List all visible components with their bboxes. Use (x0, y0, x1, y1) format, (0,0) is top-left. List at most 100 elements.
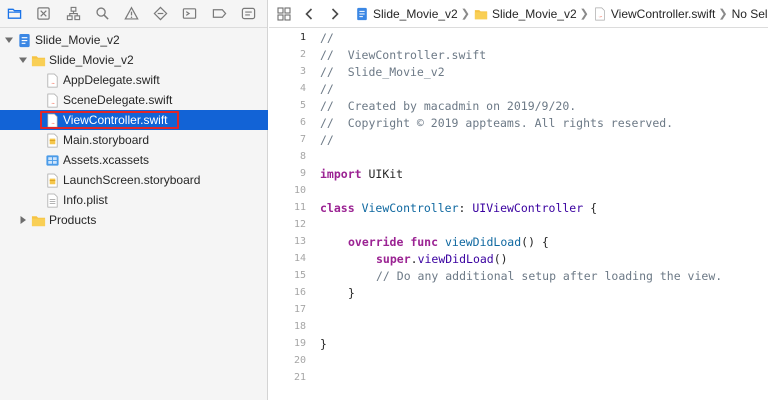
warning-icon[interactable] (121, 3, 142, 25)
tree-item-label: AppDelegate.swift (63, 73, 160, 87)
class-name-token: ViewController (361, 200, 459, 215)
line-number: 19 (293, 338, 306, 349)
tree-item-viewcontroller[interactable]: ViewController.swift (0, 110, 268, 130)
debug-icon[interactable] (179, 3, 200, 25)
line-number: 15 (293, 270, 306, 281)
keyword-token: class (320, 200, 355, 215)
code-line: 20 (269, 352, 768, 369)
swift-file-icon (45, 73, 60, 88)
search-icon[interactable] (92, 3, 113, 25)
disclosure-collapsed-icon[interactable] (18, 215, 28, 225)
code-line: 11 class ViewController: UIViewController… (269, 199, 768, 216)
tree-item-products[interactable]: Products (0, 210, 268, 230)
project-icon (17, 33, 32, 48)
chevron-right-icon: ❯ (579, 8, 589, 20)
tree-item-label: Slide_Movie_v2 (49, 53, 134, 67)
line-number: 10 (293, 185, 306, 196)
project-navigator: Slide_Movie_v2 Slide_Movie_v2 AppDelegat… (0, 0, 268, 400)
storyboard-icon (45, 173, 60, 188)
folder-icon (474, 7, 488, 21)
tree-item-scenedelegate[interactable]: SceneDelegate.swift (0, 90, 268, 110)
line-number: 1 (299, 32, 306, 43)
jumpbar-group[interactable]: Slide_Movie_v2 (474, 7, 577, 21)
code-text: class ViewController: UIViewController { (320, 201, 597, 215)
related-items-grid-icon[interactable] (277, 6, 291, 21)
jumpbar-file[interactable]: ViewController.swift (593, 7, 715, 21)
tree-item-label: Main.storyboard (63, 133, 150, 147)
tree-item-assets[interactable]: Assets.xcassets (0, 150, 268, 170)
forward-arrow-icon[interactable] (329, 7, 341, 21)
brace-token: { (590, 200, 598, 215)
code-line: 1 // (269, 29, 768, 46)
code-text: // Do any additional setup after loading… (376, 268, 723, 283)
keyword-token: func (410, 234, 439, 249)
code-text: // (320, 132, 334, 147)
storyboard-icon (45, 133, 60, 148)
keyword-token: super (376, 251, 411, 266)
tree-item-group[interactable]: Slide_Movie_v2 (0, 50, 268, 70)
tree-item-project[interactable]: Slide_Movie_v2 (0, 30, 268, 50)
report-icon[interactable] (238, 3, 259, 25)
line-number: 18 (293, 321, 306, 332)
tree-item-launchscreen[interactable]: LaunchScreen.storyboard (0, 170, 268, 190)
line-number: 17 (293, 304, 306, 315)
hierarchy-icon[interactable] (62, 3, 83, 25)
line-number: 7 (299, 134, 306, 145)
line-number: 4 (299, 83, 306, 94)
code-text: override func viewDidLoad() { (320, 235, 549, 249)
tree-item-label: Products (49, 213, 97, 227)
jumpbar-selection[interactable]: No Selection (732, 7, 768, 21)
method-name-token: viewDidLoad (444, 234, 522, 249)
code-line: 19} (269, 335, 768, 352)
line-number: 21 (293, 372, 306, 383)
project-icon (355, 7, 369, 21)
parens-token: () { (521, 234, 549, 249)
code-line: 18 (269, 318, 768, 335)
line-number: 2 (299, 49, 306, 60)
code-text: } (320, 336, 327, 351)
tree-item-label: SceneDelegate.swift (63, 93, 173, 107)
jumpbar-project-label: Slide_Movie_v2 (373, 6, 458, 21)
disclosure-expanded-icon[interactable] (18, 55, 28, 65)
call-token: viewDidLoad (417, 251, 494, 266)
jump-bar: Slide_Movie_v2 ❯ Slide_Movie_v2 ❯ ViewCo… (269, 0, 768, 28)
close-square-icon[interactable] (33, 3, 54, 25)
keyword-token: import (320, 166, 362, 181)
keyword-token: override (348, 234, 404, 249)
code-line: 5 // Created by macadmin on 2019/9/20. (269, 97, 768, 114)
disclosure-expanded-icon[interactable] (4, 35, 14, 45)
module-token: UIKit (368, 166, 404, 181)
code-text: super.viewDidLoad() (320, 252, 508, 266)
jumpbar-project[interactable]: Slide_Movie_v2 (355, 7, 458, 21)
tree-item-label: LaunchScreen.storyboard (63, 173, 201, 187)
tree-item-infoplist[interactable]: Info.plist (0, 190, 268, 210)
tree-item-main-storyboard[interactable]: Main.storyboard (0, 130, 268, 150)
swift-file-icon (45, 93, 60, 108)
swift-file-icon (593, 7, 607, 21)
code-line: 21 (269, 369, 768, 386)
code-line: 12 (269, 216, 768, 233)
code-line: 15 // Do any additional setup after loadi… (269, 267, 768, 284)
breakpoint-icon[interactable] (209, 3, 230, 25)
line-number: 20 (293, 355, 306, 366)
code-text: // (320, 30, 334, 45)
code-line: 9 import UIKit (269, 165, 768, 182)
line-number: 3 (299, 66, 306, 77)
folder-icon[interactable] (4, 3, 25, 25)
line-number: 12 (293, 219, 306, 230)
test-diamond-icon[interactable] (150, 3, 171, 25)
line-number: 9 (299, 168, 306, 179)
code-editor: Slide_Movie_v2 ❯ Slide_Movie_v2 ❯ ViewCo… (269, 0, 768, 400)
back-arrow-icon[interactable] (303, 7, 315, 21)
plist-icon (45, 193, 60, 208)
code-line: 7 // (269, 131, 768, 148)
code-text: import UIKit (320, 167, 403, 181)
code-line: 2 // ViewController.swift (269, 46, 768, 63)
jumpbar-selection-label: No Selection (731, 6, 768, 21)
assets-icon (45, 153, 60, 168)
line-number: 14 (293, 253, 306, 264)
tree-item-label: Assets.xcassets (63, 153, 150, 167)
tree-item-appdelegate[interactable]: AppDelegate.swift (0, 70, 268, 90)
code-text: // Created by macadmin on 2019/9/20. (320, 98, 577, 113)
line-number: 13 (293, 236, 306, 247)
